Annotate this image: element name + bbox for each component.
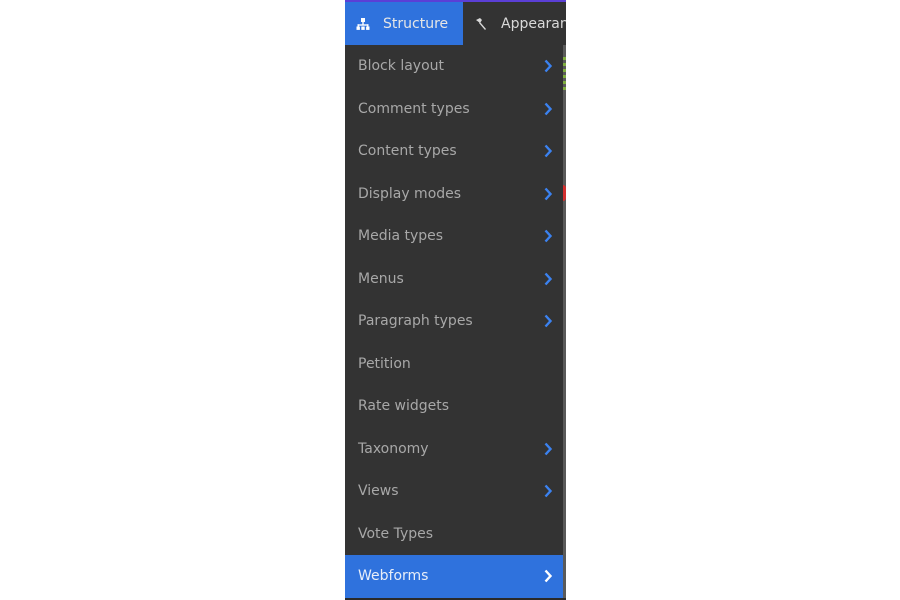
menu-item-label: Menus [358, 270, 404, 287]
chevron-right-icon [544, 229, 553, 243]
paintbrush-icon [473, 16, 489, 32]
chevron-right-icon [544, 102, 553, 116]
menu-item-label: Rate widgets [358, 398, 450, 415]
menu-item-label: Petition [358, 355, 411, 372]
sitemap-icon [355, 16, 371, 32]
chevron-right-icon [544, 442, 553, 456]
menu-item-label: Vote Types [358, 525, 434, 542]
menu-item-label: Media types [358, 228, 444, 245]
menu-item-petition[interactable]: Petition [345, 343, 563, 386]
tab-appearance-label: Appearance [501, 15, 566, 32]
menu-item-menus[interactable]: Menus [345, 258, 563, 301]
admin-toolbar-tray: Structure Appearance [345, 0, 566, 45]
menu-item-paragraph-types[interactable]: Paragraph types [345, 300, 563, 343]
tab-structure-label: Structure [383, 15, 449, 32]
menu-item-label: Block layout [358, 58, 444, 75]
status-stripe [563, 57, 566, 91]
menu-item-label: Comment types [358, 100, 470, 117]
structure-dropdown-menu: Block layout Comment types Content types… [345, 45, 563, 600]
menu-item-media-types[interactable]: Media types [345, 215, 563, 258]
chevron-right-icon [544, 187, 553, 201]
menu-item-label: Content types [358, 143, 457, 160]
menu-item-rate-widgets[interactable]: Rate widgets [345, 385, 563, 428]
error-marker [563, 185, 566, 201]
chevron-right-icon [544, 59, 553, 73]
tab-structure[interactable]: Structure [345, 2, 463, 45]
menu-item-label: Display modes [358, 185, 462, 202]
screen: Structure Appearance Block layout Commen… [0, 0, 900, 600]
chevron-right-icon [544, 484, 553, 498]
menu-item-label: Views [358, 483, 399, 500]
menu-item-block-layout[interactable]: Block layout [345, 45, 563, 88]
menu-item-taxonomy[interactable]: Taxonomy [345, 428, 563, 471]
chevron-right-icon [544, 569, 553, 583]
menu-item-webforms[interactable]: Webforms [345, 555, 563, 598]
menu-item-label: Taxonomy [358, 440, 429, 457]
menu-item-display-modes[interactable]: Display modes [345, 173, 563, 216]
menu-item-views[interactable]: Views [345, 470, 563, 513]
menu-item-label: Webforms [358, 568, 429, 585]
menu-item-label: Paragraph types [358, 313, 473, 330]
menu-item-content-types[interactable]: Content types [345, 130, 563, 173]
chevron-right-icon [544, 314, 553, 328]
chevron-right-icon [544, 144, 553, 158]
menu-item-vote-types[interactable]: Vote Types [345, 513, 563, 556]
page-content-edge [563, 45, 566, 600]
menu-item-comment-types[interactable]: Comment types [345, 88, 563, 131]
tab-appearance[interactable]: Appearance [463, 2, 566, 45]
chevron-right-icon [544, 272, 553, 286]
